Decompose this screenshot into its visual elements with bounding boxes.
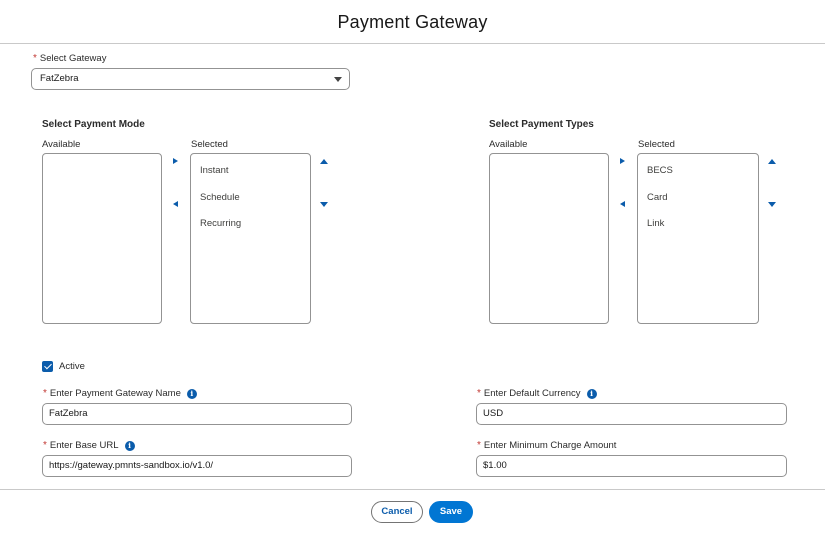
chevron-down-icon: [334, 77, 342, 82]
move-left-icon[interactable]: [620, 201, 625, 207]
min-charge-input[interactable]: $1.00: [476, 455, 787, 477]
base-url-label: * Enter Base URL i: [43, 440, 135, 451]
default-currency-input[interactable]: USD: [476, 403, 787, 425]
required-marker: *: [477, 440, 481, 451]
min-charge-label: * Enter Minimum Charge Amount: [477, 440, 617, 451]
move-right-icon[interactable]: [620, 158, 625, 164]
active-checkbox[interactable]: [42, 361, 53, 372]
info-icon[interactable]: i: [186, 388, 197, 399]
payment-mode-title: Select Payment Mode: [42, 119, 145, 130]
payment-mode-available-list[interactable]: [42, 153, 162, 324]
payment-mode-selected-label: Selected: [191, 139, 228, 150]
save-button[interactable]: Save: [429, 501, 473, 523]
required-marker: *: [43, 388, 47, 399]
payment-types-available-list[interactable]: [489, 153, 609, 324]
payment-types-available-label: Available: [489, 139, 528, 150]
payment-types-title: Select Payment Types: [489, 119, 594, 130]
cancel-button[interactable]: Cancel: [371, 501, 423, 523]
select-gateway-label: * Select Gateway: [33, 53, 107, 64]
move-right-icon[interactable]: [173, 158, 178, 164]
base-url-input[interactable]: https://gateway.pmnts-sandbox.io/v1.0/: [42, 455, 352, 477]
move-up-icon[interactable]: [320, 159, 328, 164]
move-up-icon[interactable]: [768, 159, 776, 164]
move-down-icon[interactable]: [768, 202, 776, 207]
info-icon[interactable]: i: [124, 440, 135, 451]
payment-mode-selected-list[interactable]: Instant Schedule Recurring: [190, 153, 311, 324]
gateway-select[interactable]: FatZebra: [31, 68, 350, 90]
list-item[interactable]: Schedule: [191, 185, 310, 212]
move-left-icon[interactable]: [173, 201, 178, 207]
gateway-name-input[interactable]: FatZebra: [42, 403, 352, 425]
payment-types-selected-label: Selected: [638, 139, 675, 150]
required-marker: *: [477, 388, 481, 399]
required-marker: *: [33, 53, 37, 64]
gateway-select-value: FatZebra: [40, 73, 79, 84]
move-down-icon[interactable]: [320, 202, 328, 207]
list-item[interactable]: BECS: [638, 158, 758, 185]
list-item[interactable]: Card: [638, 185, 758, 212]
list-item[interactable]: Link: [638, 211, 758, 238]
list-item[interactable]: Recurring: [191, 211, 310, 238]
default-currency-label: * Enter Default Currency i: [477, 388, 597, 399]
info-icon[interactable]: i: [586, 388, 597, 399]
required-marker: *: [43, 440, 47, 451]
gateway-name-label: * Enter Payment Gateway Name i: [43, 388, 197, 399]
payment-mode-available-label: Available: [42, 139, 81, 150]
payment-types-selected-list[interactable]: BECS Card Link: [637, 153, 759, 324]
modal-header: Payment Gateway: [0, 0, 825, 44]
page-title: Payment Gateway: [337, 12, 488, 32]
list-item[interactable]: Instant: [191, 158, 310, 185]
active-label: Active: [59, 361, 85, 372]
